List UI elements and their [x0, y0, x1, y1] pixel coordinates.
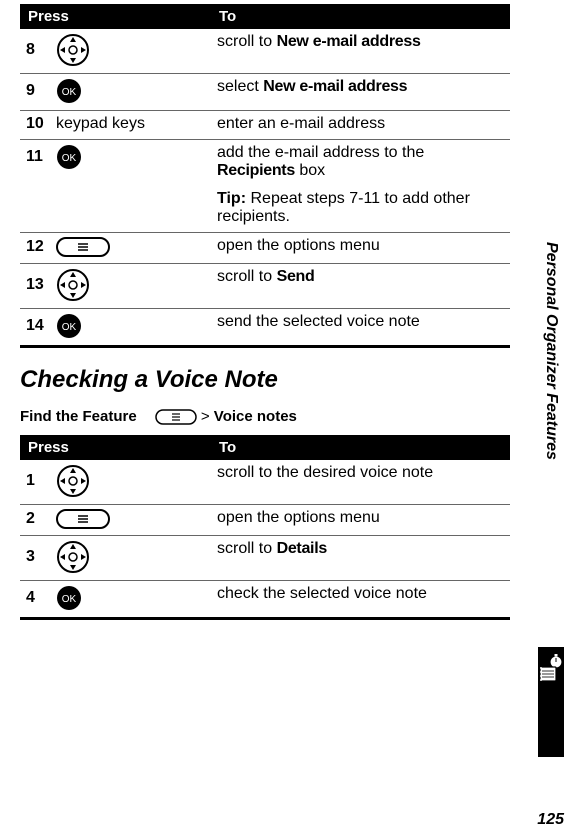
path-bold: Voice notes — [214, 408, 297, 425]
to-text: box — [295, 162, 325, 179]
th-to: To — [211, 435, 510, 460]
table-row: Tip: Repeat steps 7-11 to add other reci… — [20, 186, 510, 233]
svg-text:OK: OK — [62, 87, 77, 98]
step-num: 3 — [26, 548, 48, 566]
ok-icon: OK — [56, 78, 82, 104]
table-row: 11 OK add the e-mail address to the Reci… — [20, 140, 510, 187]
to-text: check the selected voice note — [217, 585, 427, 602]
steps-table-1: Press To 8 — [20, 4, 510, 348]
ok-icon: OK — [56, 144, 82, 170]
stopwatch-planner-icon — [538, 653, 564, 692]
to-text: open the options menu — [217, 509, 380, 526]
th-to: To — [211, 4, 510, 29]
tip-text: Repeat steps 7-11 to add other recipient… — [217, 190, 470, 225]
table-row: 14 OK send the selected voice note — [20, 309, 510, 347]
step-num: 2 — [26, 510, 48, 528]
table-row: 9 OK select New e-mail address — [20, 74, 510, 111]
to-text: scroll to — [217, 268, 277, 285]
table-row: 3 s — [20, 536, 510, 581]
to-bold: Send — [277, 268, 315, 285]
ok-icon: OK — [56, 313, 82, 339]
table-row: 12 open the options menu — [20, 233, 510, 264]
table-row: 8 s — [20, 29, 510, 74]
table-row: 1 s — [20, 460, 510, 505]
ok-icon: OK — [56, 585, 82, 611]
page-number: 125 — [537, 811, 564, 829]
to-text: scroll to — [217, 33, 277, 50]
svg-text:OK: OK — [62, 153, 77, 164]
to-bold: New e-mail address — [263, 78, 407, 95]
table-row: 2 open the options menu — [20, 505, 510, 536]
step-num: 8 — [26, 41, 48, 59]
to-bold: New e-mail address — [277, 33, 421, 50]
svg-text:OK: OK — [62, 594, 77, 605]
svg-text:OK: OK — [62, 322, 77, 333]
find-feature-label: Find the Feature — [20, 408, 137, 425]
step-num: 12 — [26, 238, 48, 256]
to-text: open the options menu — [217, 237, 380, 254]
menu-key-icon — [56, 509, 110, 529]
dpad-icon — [56, 540, 90, 574]
to-text: send the selected voice note — [217, 313, 420, 330]
section-title: Checking a Voice Note — [20, 366, 510, 394]
table-row: 13 — [20, 264, 510, 309]
dpad-icon — [56, 33, 90, 67]
th-press: Press — [20, 4, 211, 29]
to-text: select — [217, 78, 263, 95]
step-num: 13 — [26, 276, 48, 294]
to-bold: Details — [277, 540, 327, 557]
step-num: 9 — [26, 82, 48, 100]
tip-label: Tip: — [217, 190, 250, 207]
to-text: enter an e-mail address — [217, 115, 385, 132]
step-num: 1 — [26, 472, 48, 490]
table-row: 4 OK check the selected voice note — [20, 581, 510, 619]
to-text: add the e-mail address to the — [217, 144, 424, 161]
to-text: scroll to the desired voice note — [217, 464, 433, 481]
step-num: 11 — [26, 148, 48, 166]
side-tab: Personal Organizer Features — [538, 55, 564, 757]
side-label: Personal Organizer Features — [542, 55, 560, 647]
menu-key-icon — [155, 409, 197, 425]
side-black-block — [538, 647, 564, 757]
find-feature-line: Find the Feature > Voice notes — [20, 408, 510, 425]
table-row: 10 keypad keys enter an e-mail address — [20, 111, 510, 140]
th-press: Press — [20, 435, 211, 460]
step-num: 14 — [26, 317, 48, 335]
to-bold: Recipients — [217, 162, 295, 179]
path-sep: > — [197, 408, 214, 425]
dpad-icon — [56, 464, 90, 498]
steps-table-2: Press To 1 — [20, 435, 510, 620]
step-num: 10 — [26, 115, 48, 133]
keypad-text: keypad keys — [56, 115, 145, 133]
to-text: scroll to — [217, 540, 277, 557]
step-num: 4 — [26, 589, 48, 607]
menu-key-icon — [56, 237, 110, 257]
dpad-icon — [56, 268, 90, 302]
